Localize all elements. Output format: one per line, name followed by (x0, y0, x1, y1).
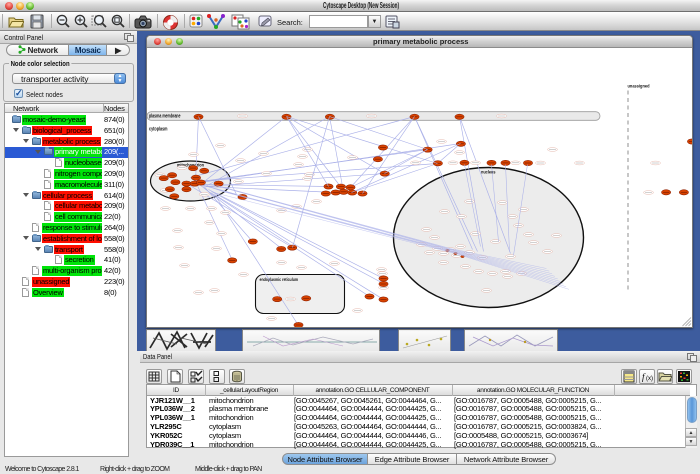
svg-text:(x): (x) (646, 376, 653, 382)
svg-text:nucleus: nucleus (481, 169, 496, 175)
svg-text:endoplasmic reticulum: endoplasmic reticulum (260, 277, 299, 283)
svg-text:plasma membrane: plasma membrane (149, 113, 181, 119)
svg-text:cytoplasm: cytoplasm (149, 126, 168, 132)
svg-text:unassigned: unassigned (628, 83, 650, 89)
